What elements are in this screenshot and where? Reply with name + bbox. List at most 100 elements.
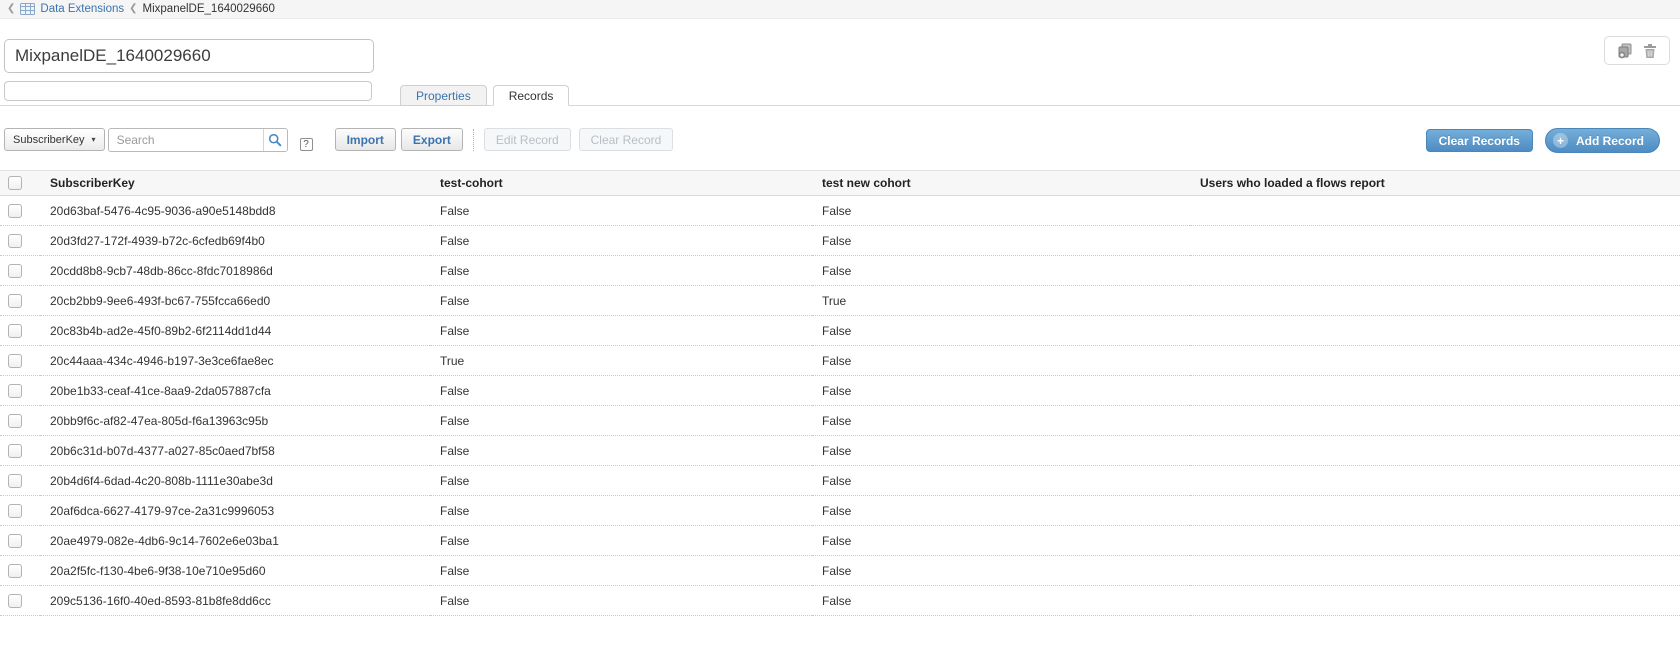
tab-strip: Properties Records	[0, 85, 1680, 106]
chevron-down-icon: ▾	[92, 135, 96, 144]
cell-subscriber-key: 20d3fd27-172f-4939-b72c-6cfedb69f4b0	[40, 226, 430, 256]
cell-test-new-cohort: False	[812, 466, 1190, 496]
table-row[interactable]: 20d63baf-5476-4c95-9036-a90e5148bdd8 Fal…	[0, 196, 1680, 226]
column-header-users-flows-report[interactable]: Users who loaded a flows report	[1190, 171, 1680, 196]
extension-name-field[interactable]	[4, 39, 374, 73]
row-checkbox[interactable]	[8, 354, 22, 368]
row-checkbox[interactable]	[8, 324, 22, 338]
import-button[interactable]: Import	[335, 128, 396, 151]
cell-test-cohort: False	[430, 226, 812, 256]
cell-test-new-cohort: False	[812, 376, 1190, 406]
back-chevron-icon[interactable]: ❮	[7, 4, 15, 14]
cell-users-flows-report	[1190, 196, 1680, 226]
cell-users-flows-report	[1190, 466, 1680, 496]
breadcrumb-separator-icon: ❮	[129, 4, 137, 14]
cell-test-new-cohort: False	[812, 586, 1190, 616]
cell-subscriber-key: 20bb9f6c-af82-47ea-805d-f6a13963c95b	[40, 406, 430, 436]
breadcrumb-data-extensions-link[interactable]: Data Extensions	[40, 3, 124, 15]
cell-test-cohort: False	[430, 586, 812, 616]
cell-test-cohort: False	[430, 376, 812, 406]
row-checkbox[interactable]	[8, 504, 22, 518]
toolbar-divider	[473, 129, 474, 151]
table-row[interactable]: 20cb2bb9-9ee6-493f-bc67-755fcca66ed0 Fal…	[0, 286, 1680, 316]
plus-icon: +	[1553, 133, 1568, 148]
cell-test-new-cohort: False	[812, 196, 1190, 226]
row-checkbox[interactable]	[8, 594, 22, 608]
cell-users-flows-report	[1190, 346, 1680, 376]
cell-test-cohort: False	[430, 436, 812, 466]
row-checkbox[interactable]	[8, 384, 22, 398]
row-checkbox[interactable]	[8, 534, 22, 548]
clear-record-button[interactable]: Clear Record	[579, 128, 674, 151]
clear-records-button[interactable]: Clear Records	[1426, 129, 1533, 152]
table-row[interactable]: 20d3fd27-172f-4939-b72c-6cfedb69f4b0 Fal…	[0, 226, 1680, 256]
table-row[interactable]: 20c44aaa-434c-4946-b197-3e3ce6fae8ec Tru…	[0, 346, 1680, 376]
cell-subscriber-key: 20d63baf-5476-4c95-9036-a90e5148bdd8	[40, 196, 430, 226]
cell-test-new-cohort: False	[812, 496, 1190, 526]
cell-subscriber-key: 20b4d6f4-6dad-4c20-808b-1111e30abe3d	[40, 466, 430, 496]
cell-test-new-cohort: False	[812, 436, 1190, 466]
export-button[interactable]: Export	[401, 128, 463, 151]
row-checkbox[interactable]	[8, 444, 22, 458]
row-checkbox[interactable]	[8, 564, 22, 578]
add-record-button[interactable]: + Add Record	[1545, 128, 1660, 153]
cell-test-new-cohort: False	[812, 256, 1190, 286]
table-row[interactable]: 20be1b33-ceaf-41ce-8aa9-2da057887cfa Fal…	[0, 376, 1680, 406]
cell-users-flows-report	[1190, 556, 1680, 586]
table-row[interactable]: 20b6c31d-b07d-4377-a027-85c0aed7bf58 Fal…	[0, 436, 1680, 466]
cell-users-flows-report	[1190, 436, 1680, 466]
magnifier-icon[interactable]	[263, 129, 287, 151]
row-checkbox[interactable]	[8, 264, 22, 278]
row-checkbox[interactable]	[8, 414, 22, 428]
row-checkbox[interactable]	[8, 474, 22, 488]
row-checkbox[interactable]	[8, 204, 22, 218]
table-row[interactable]: 20c83b4b-ad2e-45f0-89b2-6f2114dd1d44 Fal…	[0, 316, 1680, 346]
row-checkbox[interactable]	[8, 294, 22, 308]
cell-users-flows-report	[1190, 226, 1680, 256]
trash-icon[interactable]	[1643, 43, 1657, 59]
tab-records[interactable]: Records	[493, 85, 570, 106]
column-header-subscriberkey[interactable]: SubscriberKey	[40, 171, 430, 196]
edit-record-button[interactable]: Edit Record	[484, 128, 571, 151]
cell-users-flows-report	[1190, 316, 1680, 346]
tab-properties[interactable]: Properties	[400, 85, 487, 106]
cell-test-new-cohort: False	[812, 556, 1190, 586]
cell-subscriber-key: 20cdd8b8-9cb7-48db-86cc-8fdc7018986d	[40, 256, 430, 286]
row-checkbox[interactable]	[8, 234, 22, 248]
cell-test-cohort: False	[430, 316, 812, 346]
table-row[interactable]: 209c5136-16f0-40ed-8593-81b8fe8dd6cc Fal…	[0, 586, 1680, 616]
table-row[interactable]: 20cdd8b8-9cb7-48db-86cc-8fdc7018986d Fal…	[0, 256, 1680, 286]
breadcrumb: ❮ Data Extensions ❮ MixpanelDE_164002966…	[0, 0, 1680, 19]
table-row[interactable]: 20bb9f6c-af82-47ea-805d-f6a13963c95b Fal…	[0, 406, 1680, 436]
cell-test-cohort: False	[430, 466, 812, 496]
cell-subscriber-key: 20c44aaa-434c-4946-b197-3e3ce6fae8ec	[40, 346, 430, 376]
search-field-dropdown-value: SubscriberKey	[13, 134, 85, 146]
copy-icon[interactable]	[1617, 43, 1634, 59]
cell-test-new-cohort: False	[812, 526, 1190, 556]
column-header-test-new-cohort[interactable]: test new cohort	[812, 171, 1190, 196]
column-header-test-cohort[interactable]: test-cohort	[430, 171, 812, 196]
cell-test-cohort: False	[430, 196, 812, 226]
cell-subscriber-key: 20a2f5fc-f130-4be6-9f38-10e710e95d60	[40, 556, 430, 586]
cell-users-flows-report	[1190, 586, 1680, 616]
table-row[interactable]: 20ae4979-082e-4db6-9c14-7602e6e03ba1 Fal…	[0, 526, 1680, 556]
cell-subscriber-key: 20ae4979-082e-4db6-9c14-7602e6e03ba1	[40, 526, 430, 556]
help-icon[interactable]: ?	[300, 138, 313, 151]
search-input[interactable]	[108, 128, 288, 152]
table-row[interactable]: 20b4d6f4-6dad-4c20-808b-1111e30abe3d Fal…	[0, 466, 1680, 496]
table-row[interactable]: 20a2f5fc-f130-4be6-9f38-10e710e95d60 Fal…	[0, 556, 1680, 586]
cell-subscriber-key: 20af6dca-6627-4179-97ce-2a31c9996053	[40, 496, 430, 526]
cell-subscriber-key: 20be1b33-ceaf-41ce-8aa9-2da057887cfa	[40, 376, 430, 406]
select-all-checkbox[interactable]	[8, 176, 22, 190]
search-box	[108, 128, 288, 152]
cell-subscriber-key: 20cb2bb9-9ee6-493f-bc67-755fcca66ed0	[40, 286, 430, 316]
cell-users-flows-report	[1190, 526, 1680, 556]
search-field-dropdown[interactable]: SubscriberKey ▾	[4, 128, 105, 151]
cell-test-cohort: False	[430, 256, 812, 286]
cell-test-cohort: False	[430, 286, 812, 316]
cell-test-new-cohort: False	[812, 346, 1190, 376]
records-toolbar: SubscriberKey ▾ ? Import Export Edit Rec…	[4, 128, 1660, 156]
table-header-row: SubscriberKey test-cohort test new cohor…	[0, 171, 1680, 196]
cell-test-new-cohort: False	[812, 406, 1190, 436]
table-row[interactable]: 20af6dca-6627-4179-97ce-2a31c9996053 Fal…	[0, 496, 1680, 526]
